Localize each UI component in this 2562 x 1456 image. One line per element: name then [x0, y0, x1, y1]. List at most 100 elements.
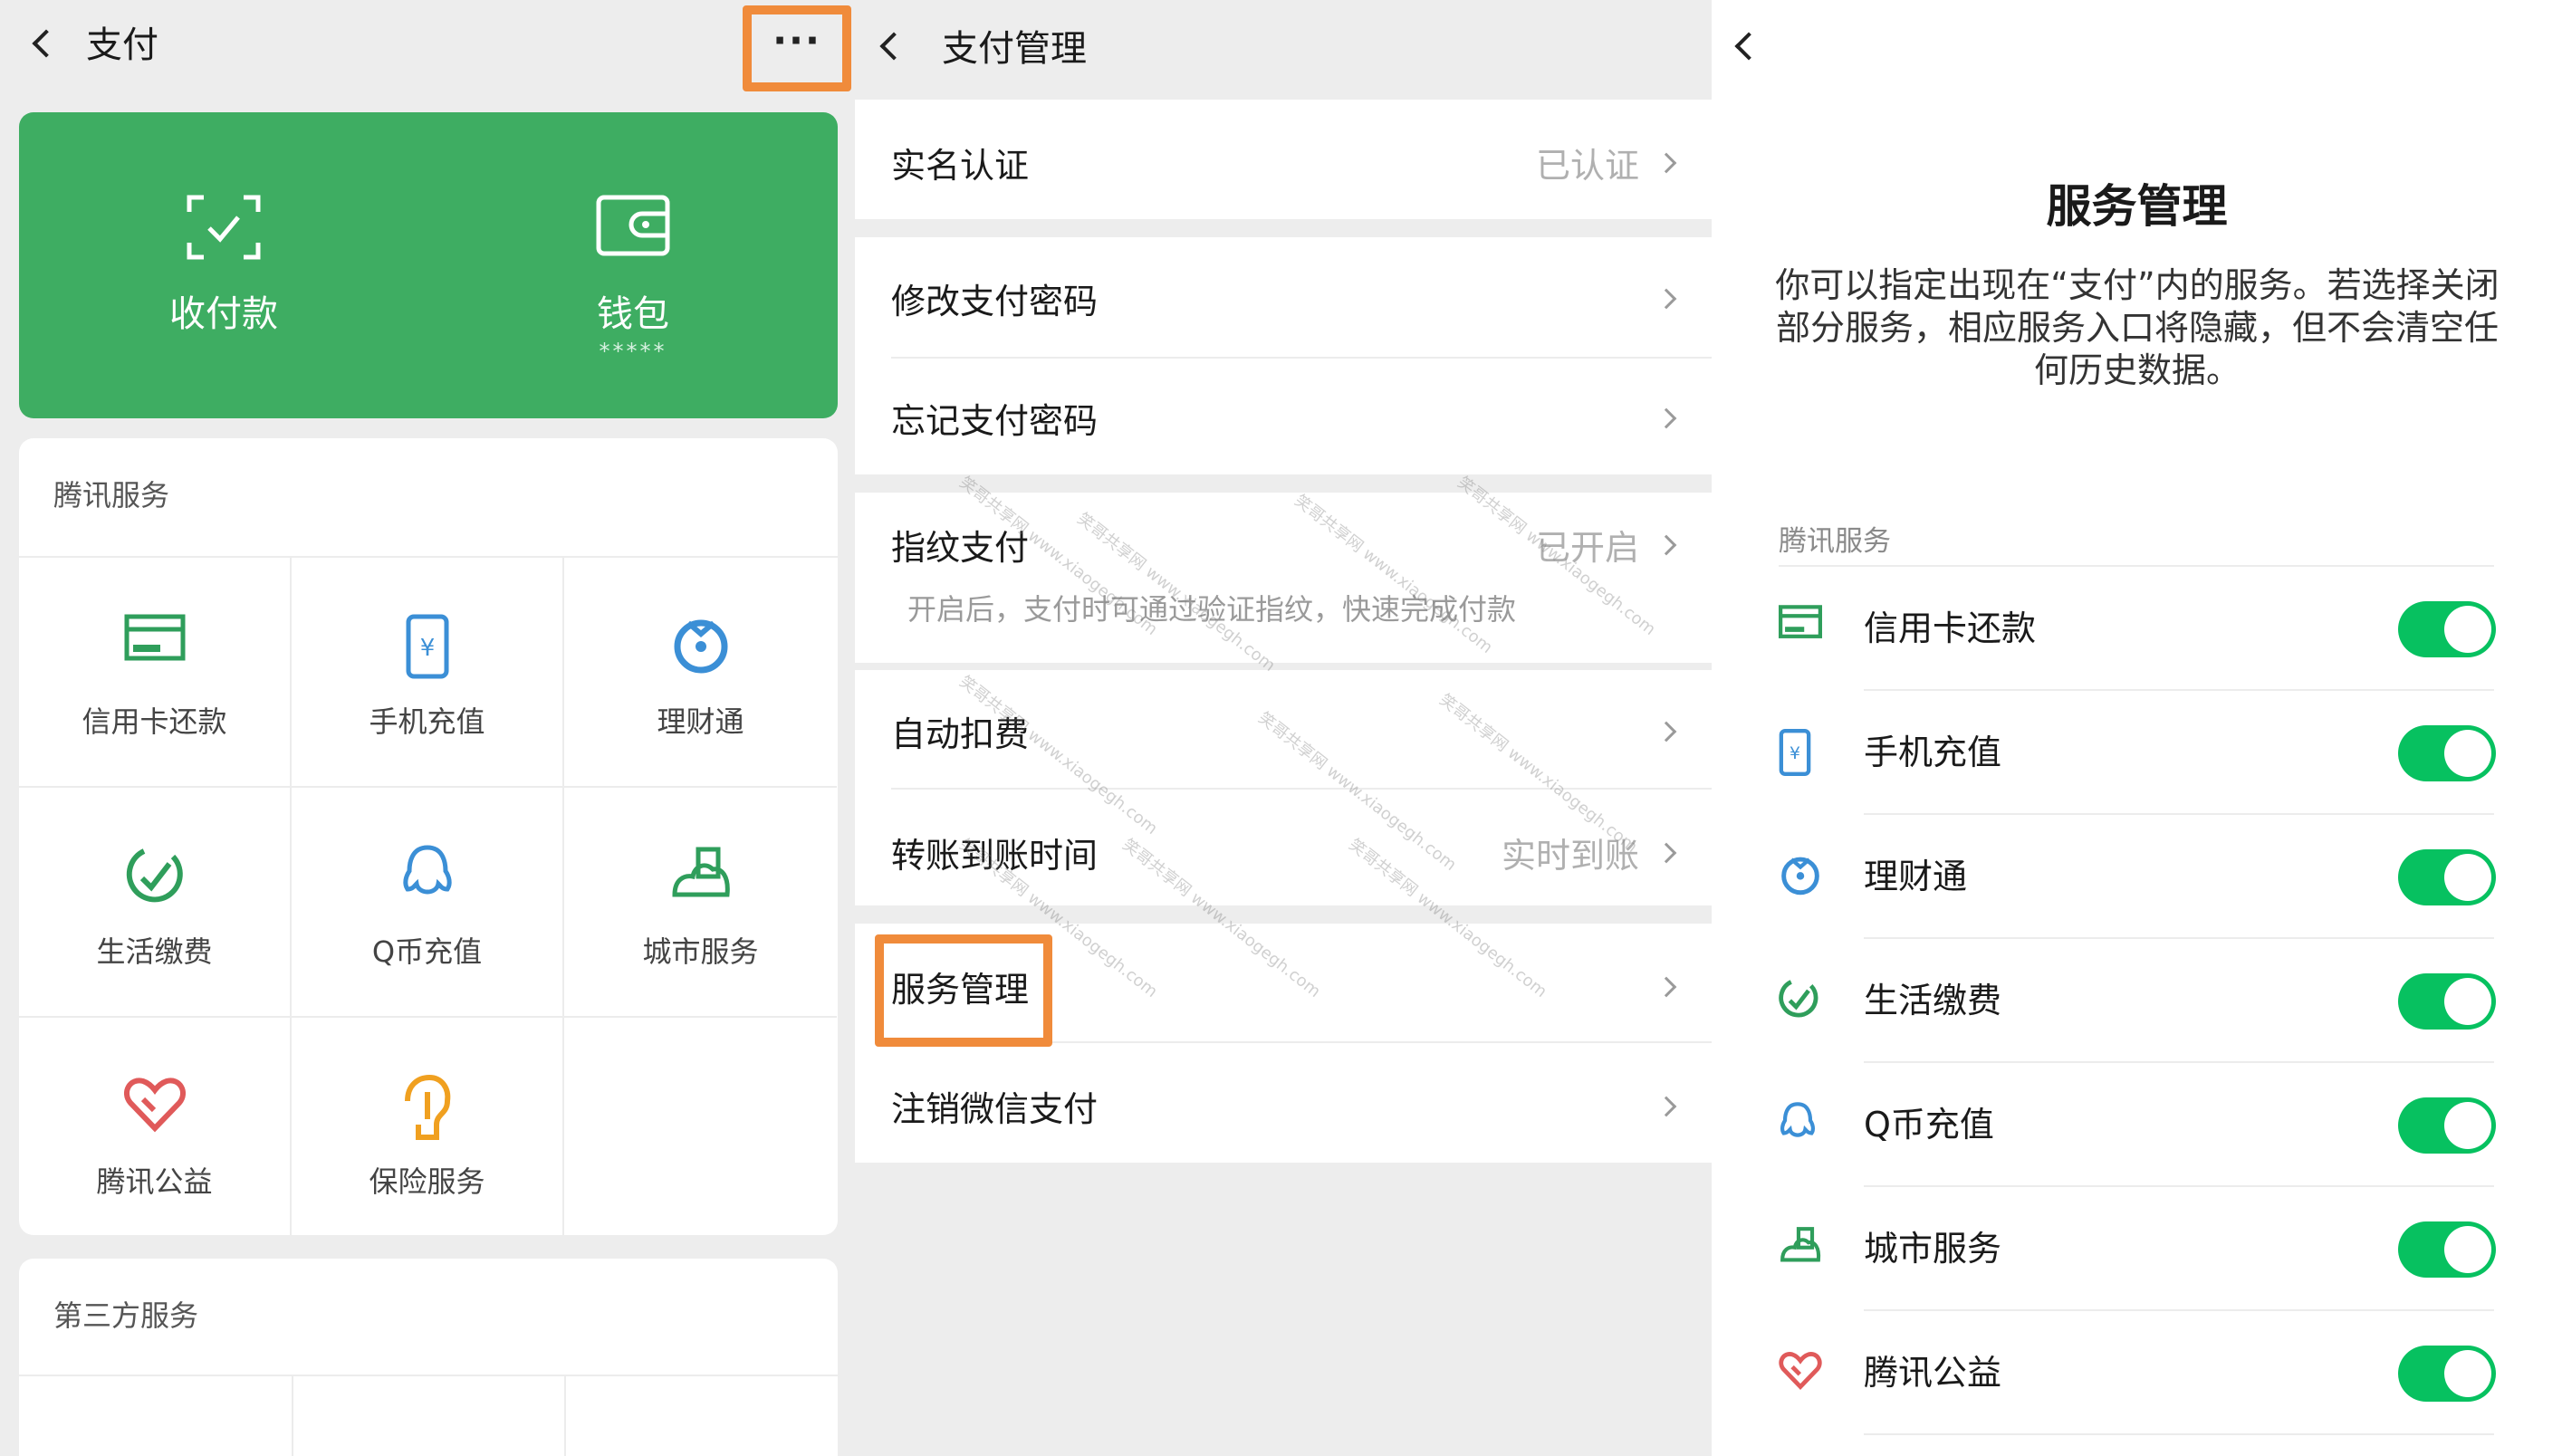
row-label: 注销微信支付: [891, 1089, 1099, 1129]
pay-screen: 支付 ··· 收付款 钱包 ***** 腾讯服务 信用卡还款 ¥ 手机充值 理财…: [0, 0, 855, 1456]
service-label: 腾讯公益: [96, 1164, 213, 1199]
divider: [292, 1376, 293, 1456]
toggle-label: 手机充值: [1864, 733, 2002, 772]
toggle-row-charity: 腾讯公益: [1712, 1311, 2562, 1435]
back-button[interactable]: [1734, 32, 1763, 61]
service-management-highlight: [875, 934, 1052, 1047]
toggle-label: 城市服务: [1864, 1229, 2002, 1269]
svg-text:¥: ¥: [1790, 744, 1800, 763]
chevron-right-icon: [1655, 842, 1677, 864]
row-value: 实时到账: [1501, 836, 1639, 876]
toggle-label: 腾讯公益: [1864, 1353, 2002, 1393]
service-qq-coin[interactable]: Q币充值: [292, 788, 564, 1018]
row-label: 实名认证: [891, 146, 1030, 186]
licaitong-icon: [674, 619, 727, 674]
section-title: 第三方服务: [53, 1298, 199, 1333]
svg-text:¥: ¥: [419, 635, 435, 662]
row-description: 开启后，支付时可通过验证指纹，快速完成付款: [907, 592, 1517, 627]
licaitong-icon: [1781, 857, 1819, 896]
transfer-time-row[interactable]: 转账到账时间 实时到账: [855, 790, 1712, 905]
service-licaitong[interactable]: 理财通: [564, 558, 837, 788]
service-label: 生活缴费: [96, 934, 213, 969]
pay-management-screen: 支付管理 实名认证 已认证 修改支付密码 忘记支付密码 指纹支付 已开启 开启后…: [855, 0, 1712, 1456]
toggle-knob: [2444, 606, 2491, 653]
toggle-knob: [2444, 854, 2491, 901]
service-insurance[interactable]: 保险服务: [292, 1018, 564, 1235]
wallet-button[interactable]: 钱包 *****: [428, 112, 838, 418]
qq-coin-toggle[interactable]: [2398, 1097, 2496, 1154]
credit-card-icon: [124, 614, 185, 661]
service-city[interactable]: 城市服务: [564, 788, 837, 1018]
chevron-right-icon: [1655, 1096, 1677, 1117]
toggle-knob: [2444, 1102, 2491, 1149]
chevron-right-icon: [1655, 407, 1677, 429]
back-button[interactable]: [32, 29, 61, 58]
licaitong-toggle[interactable]: [2398, 849, 2496, 905]
row-label: 自动扣费: [891, 714, 1030, 754]
third-party-services-card: 第三方服务: [19, 1259, 838, 1456]
service-credit-card[interactable]: 信用卡还款: [19, 558, 292, 788]
back-button[interactable]: [879, 32, 908, 61]
pay-header: 支付 ···: [0, 0, 855, 98]
toggle-knob: [2444, 730, 2491, 777]
city-service-toggle[interactable]: [2398, 1221, 2496, 1278]
service-utility-bill[interactable]: 生活缴费: [19, 788, 292, 1018]
forgot-password-row[interactable]: 忘记支付密码: [855, 359, 1712, 474]
realname-row[interactable]: 实名认证 已认证: [855, 100, 1712, 219]
qq-coin-icon: [402, 845, 452, 895]
service-phone-recharge[interactable]: ¥ 手机充值: [292, 558, 564, 788]
service-label: 手机充值: [369, 704, 485, 739]
chevron-right-icon: [1655, 288, 1677, 310]
section-title: 腾讯服务: [1779, 525, 1891, 558]
chevron-right-icon: [1655, 721, 1677, 742]
cancel-wechat-pay-row[interactable]: 注销微信支付: [855, 1043, 1712, 1163]
divider: [564, 1376, 566, 1456]
toggle-row-licaitong: 理财通: [1712, 815, 2562, 939]
toggle-label: 理财通: [1864, 857, 1968, 896]
charity-toggle[interactable]: [2398, 1346, 2496, 1402]
credit-card-icon: [1779, 605, 1822, 638]
toggle-row-credit-card: 信用卡还款: [1712, 567, 2562, 691]
service-label: 信用卡还款: [82, 704, 227, 739]
service-label: 理财通: [657, 704, 744, 739]
auto-deduct-row[interactable]: 自动扣费: [855, 670, 1712, 790]
credit-card-toggle[interactable]: [2398, 601, 2496, 657]
page-description: 你可以指定出现在“支付”内的服务。若选择关闭部分服务，相应服务入口将隐藏，但不会…: [1775, 265, 2500, 390]
utility-bill-icon: [126, 848, 183, 903]
utility-bill-icon: [1779, 980, 1818, 1018]
utility-bill-toggle[interactable]: [2398, 973, 2496, 1030]
service-empty-cell: [564, 1018, 837, 1235]
toggle-knob: [2444, 978, 2491, 1025]
row-label: 修改支付密码: [891, 282, 1099, 321]
charity-icon: [1779, 1352, 1822, 1390]
toggle-row-phone-recharge: ¥ 手机充值: [1712, 691, 2562, 815]
toggle-row-qq-coin: Q币充值: [1712, 1063, 2562, 1187]
chevron-right-icon: [1655, 534, 1677, 556]
phone-recharge-toggle[interactable]: [2398, 725, 2496, 781]
more-button[interactable]: ···: [743, 5, 851, 91]
city-service-icon: [1780, 1227, 1821, 1262]
service-charity[interactable]: 腾讯公益: [19, 1018, 292, 1235]
page-title: 服务管理: [2046, 180, 2228, 233]
service-label: 城市服务: [642, 934, 759, 969]
charity-icon: [123, 1078, 186, 1133]
services-grid: 信用卡还款 ¥ 手机充值 理财通 生活缴费 Q币充值 城市服务 腾讯公益 保险服…: [19, 556, 838, 1235]
row-label: 忘记支付密码: [891, 401, 1099, 441]
tencent-services-card: 腾讯服务 信用卡还款 ¥ 手机充值 理财通 生活缴费 Q币充值 城市服务 腾讯公…: [19, 438, 838, 1235]
scan-icon: [187, 195, 261, 260]
wallet-icon: [596, 195, 670, 256]
row-value: 已开启: [1535, 528, 1639, 568]
chevron-left-icon: [1734, 32, 1763, 61]
fingerprint-pay-row[interactable]: 指纹支付 已开启 开启后，支付时可通过验证指纹，快速完成付款: [855, 493, 1712, 663]
chevron-left-icon: [879, 32, 908, 61]
toggle-label: 信用卡还款: [1864, 608, 2037, 648]
page-title: 支付管理: [942, 28, 1087, 70]
service-label: Q币充值: [371, 934, 483, 969]
divider: [1864, 1433, 2494, 1435]
row-value: 已认证: [1535, 146, 1639, 186]
toggle-knob: [2444, 1350, 2491, 1397]
row-label: 转账到账时间: [891, 836, 1099, 876]
divider: [19, 1375, 838, 1376]
change-password-row[interactable]: 修改支付密码: [855, 237, 1712, 359]
receive-pay-button[interactable]: 收付款: [19, 112, 428, 418]
